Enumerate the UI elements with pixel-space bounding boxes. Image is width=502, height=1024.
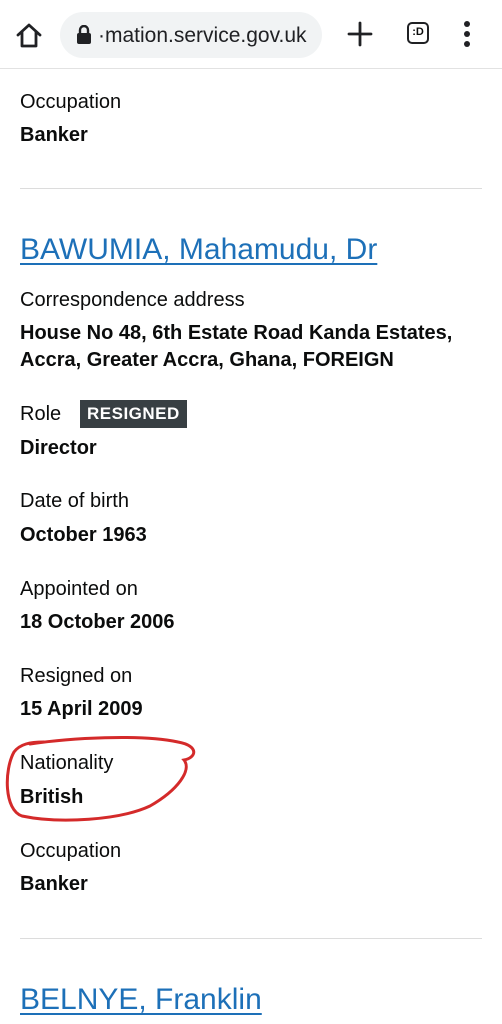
url-text[interactable]: ·mation.service.gov.uk [98, 24, 320, 48]
officer-name-link[interactable]: BAWUMIA, Mahamudu, Dr [20, 233, 377, 267]
new-tab-icon[interactable] [346, 20, 374, 48]
nationality-value: British [20, 786, 84, 808]
occupation-label: Occupation [20, 91, 122, 113]
occupation-label: Occupation [20, 840, 122, 862]
resigned-status-badge: RESIGNED [80, 400, 187, 428]
dob-value: October 1963 [20, 524, 147, 546]
tab-switcher-icon[interactable]: :D [407, 22, 429, 44]
appointed-value: 18 October 2006 [20, 611, 175, 633]
section-divider [20, 188, 482, 189]
address-bar[interactable]: ·mation.service.gov.uk [60, 12, 322, 58]
role-value: Director [20, 437, 97, 459]
nationality-label: Nationality [20, 752, 114, 774]
resigned-value: 15 April 2009 [20, 698, 143, 720]
more-menu-icon[interactable] [462, 20, 472, 48]
occupation-value: Banker [20, 124, 88, 146]
section-divider [20, 938, 482, 939]
home-icon[interactable] [14, 20, 44, 50]
address-line-2: Accra, Greater Accra, Ghana, FOREIGN [20, 349, 394, 371]
red-annotation-circle [5, 736, 196, 822]
dob-label: Date of birth [20, 490, 129, 512]
browser-toolbar: ·mation.service.gov.uk :D [0, 0, 502, 69]
lock-icon [77, 25, 91, 44]
next-officer-name-link[interactable]: BELNYE, Franklin [20, 983, 262, 1017]
address-label: Correspondence address [20, 289, 245, 311]
occupation-value: Banker [20, 873, 88, 895]
resigned-label: Resigned on [20, 665, 133, 687]
role-label: Role [20, 403, 62, 425]
address-line-1: House No 48, 6th Estate Road Kanda Estat… [20, 322, 453, 344]
appointed-label: Appointed on [20, 578, 138, 600]
